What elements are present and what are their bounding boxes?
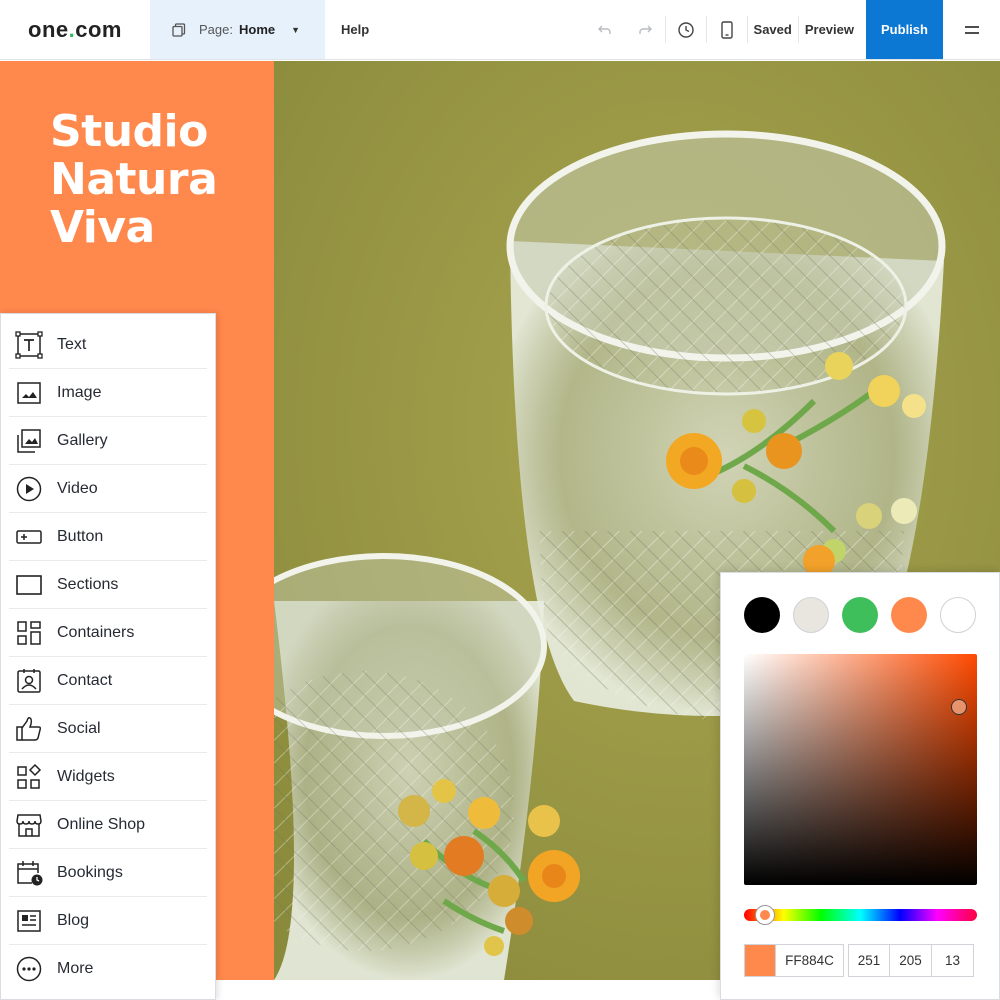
contact-icon [15, 667, 43, 695]
component-text[interactable]: Text [9, 321, 207, 369]
blue-input[interactable]: 13 [932, 944, 974, 977]
button-icon [15, 523, 43, 551]
component-button[interactable]: Button [9, 513, 207, 561]
site-title[interactable]: Studio Natura Viva [50, 108, 270, 252]
current-page-name: Home [238, 22, 276, 37]
component-online-shop[interactable]: Online Shop [9, 801, 207, 849]
editor-toolbar: one. com Page: Home ▼ Help Saved Preview … [0, 0, 1000, 60]
social-icon [15, 715, 43, 743]
more-icon [15, 955, 43, 983]
containers-icon [15, 619, 43, 647]
preview-button[interactable]: Preview [799, 0, 860, 59]
component-label: Button [57, 527, 104, 545]
history-icon[interactable] [666, 0, 706, 59]
page-label: Page: [199, 22, 233, 37]
publish-button[interactable]: Publish [866, 0, 943, 59]
swatch-white[interactable] [940, 597, 976, 633]
component-label: Gallery [57, 431, 108, 449]
saved-status: Saved [753, 22, 792, 37]
component-image[interactable]: Image [9, 369, 207, 417]
redo-icon[interactable] [625, 0, 665, 59]
component-label: Blog [57, 911, 90, 929]
site-title-line: Natura [50, 154, 218, 205]
component-label: Text [57, 335, 87, 353]
page-selector[interactable]: Page: Home ▼ [150, 0, 325, 59]
component-label: Bookings [57, 863, 123, 881]
hue-slider-handle[interactable] [755, 905, 775, 925]
component-sections[interactable]: Sections [9, 561, 207, 609]
undo-icon[interactable] [585, 0, 625, 59]
component-bookings[interactable]: Bookings [9, 849, 207, 897]
component-containers[interactable]: Containers [9, 609, 207, 657]
blog-icon [15, 907, 43, 935]
component-label: Video [57, 479, 98, 497]
component-contact[interactable]: Contact [9, 657, 207, 705]
saturation-handle[interactable] [951, 699, 967, 715]
component-label: Social [57, 719, 101, 737]
logo-text-right: com [75, 16, 122, 42]
color-values: FF884C 251 205 13 [744, 944, 974, 977]
menu-icon[interactable] [943, 0, 1000, 59]
add-component-panel: Text Image Gallery Video Button Sections [0, 313, 216, 1000]
component-label: Widgets [57, 767, 115, 785]
component-label: Online Shop [57, 815, 146, 833]
component-label: More [57, 960, 94, 977]
component-label: Sections [57, 575, 119, 593]
hex-input[interactable]: FF884C [776, 944, 844, 977]
mobile-view-icon[interactable] [707, 0, 747, 59]
widgets-icon [15, 763, 43, 791]
sections-icon [15, 571, 43, 599]
logo-dot: . [68, 16, 76, 42]
green-input[interactable]: 205 [890, 944, 932, 977]
chevron-down-icon: ▼ [291, 24, 301, 35]
swatch-light-grey[interactable] [793, 597, 829, 633]
swatch-black[interactable] [744, 597, 780, 633]
red-input[interactable]: 251 [848, 944, 890, 977]
color-swatches [744, 597, 989, 633]
swatch-green[interactable] [842, 597, 878, 633]
swatch-orange[interactable] [891, 597, 927, 633]
bookings-icon [15, 859, 43, 887]
current-color-preview [744, 944, 776, 977]
component-label: Containers [57, 623, 135, 641]
component-more[interactable]: More [9, 945, 207, 993]
help-button[interactable]: Help [325, 0, 369, 59]
shop-icon [15, 811, 43, 839]
component-label: Image [57, 383, 102, 401]
text-icon [15, 330, 43, 359]
onecom-logo[interactable]: one. com [0, 0, 150, 59]
gallery-icon [15, 427, 43, 455]
video-icon [15, 475, 43, 503]
pages-icon [172, 22, 186, 37]
saturation-brightness-field[interactable] [744, 654, 977, 885]
hue-slider[interactable] [744, 905, 977, 925]
component-social[interactable]: Social [9, 705, 207, 753]
component-blog[interactable]: Blog [9, 897, 207, 945]
component-gallery[interactable]: Gallery [9, 417, 207, 465]
component-widgets[interactable]: Widgets [9, 753, 207, 801]
site-title-line: Studio [50, 106, 208, 157]
component-label: Contact [57, 671, 113, 689]
logo-text-left: one [28, 16, 69, 42]
color-picker-panel: FF884C 251 205 13 [720, 572, 1000, 1000]
image-icon [15, 379, 43, 407]
site-title-line: Viva [50, 202, 155, 253]
component-video[interactable]: Video [9, 465, 207, 513]
